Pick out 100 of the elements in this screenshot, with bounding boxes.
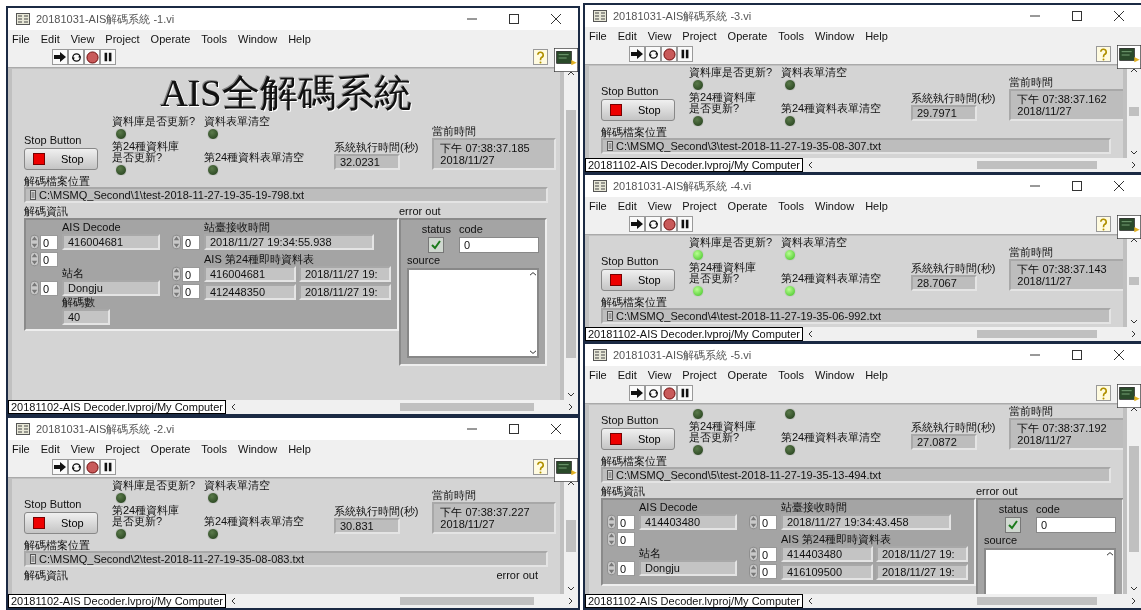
scroll-down-icon[interactable] bbox=[1130, 150, 1138, 156]
scrollbar-thumb[interactable] bbox=[976, 161, 1097, 169]
index-field[interactable]: 0 bbox=[617, 531, 635, 547]
scroll-left-icon[interactable] bbox=[229, 597, 236, 605]
index-field[interactable]: 0 bbox=[182, 234, 200, 250]
menu-item[interactable]: Project bbox=[105, 442, 140, 455]
scrollbar-thumb[interactable] bbox=[1129, 107, 1139, 116]
close-icon[interactable] bbox=[551, 14, 561, 24]
menu-item[interactable]: Window bbox=[815, 368, 855, 381]
scroll-left-icon[interactable] bbox=[806, 330, 813, 338]
abort-button[interactable] bbox=[661, 46, 677, 62]
abort-button[interactable] bbox=[661, 216, 677, 232]
scrollbar-thumb[interactable] bbox=[566, 110, 576, 358]
increment-arrows-icon[interactable] bbox=[749, 514, 758, 530]
menu-item[interactable]: Help bbox=[865, 368, 888, 381]
increment-arrows-icon[interactable] bbox=[607, 514, 616, 530]
run-continuously-button[interactable] bbox=[645, 216, 661, 232]
scroll-left-icon[interactable] bbox=[806, 597, 813, 605]
increment-arrows-icon[interactable] bbox=[607, 531, 616, 547]
close-icon[interactable] bbox=[551, 424, 561, 434]
menu-item[interactable]: Operate bbox=[727, 368, 768, 381]
menu-item[interactable]: Window bbox=[238, 32, 278, 45]
menu-item[interactable]: Project bbox=[682, 199, 717, 212]
menu-item[interactable]: Edit bbox=[617, 29, 637, 42]
scroll-up-icon[interactable] bbox=[1130, 406, 1138, 412]
scroll-down-icon[interactable] bbox=[567, 392, 575, 398]
abort-button[interactable] bbox=[84, 459, 100, 475]
menu-item[interactable]: Tools bbox=[201, 442, 228, 455]
help-button[interactable] bbox=[533, 459, 548, 475]
pause-button[interactable] bbox=[100, 49, 116, 65]
increment-arrows-icon[interactable] bbox=[172, 234, 181, 250]
index-field[interactable]: 0 bbox=[759, 514, 777, 530]
run-button[interactable] bbox=[629, 385, 645, 401]
maximize-icon[interactable] bbox=[1072, 350, 1082, 360]
run-button[interactable] bbox=[629, 46, 645, 62]
menu-item[interactable]: File bbox=[589, 368, 607, 381]
index-field[interactable]: 0 bbox=[182, 283, 200, 299]
menu-item[interactable]: Help bbox=[865, 29, 888, 42]
run-button[interactable] bbox=[629, 216, 645, 232]
maximize-icon[interactable] bbox=[509, 14, 519, 24]
increment-arrows-icon[interactable] bbox=[172, 266, 181, 282]
menu-item[interactable]: Edit bbox=[617, 368, 637, 381]
index-field[interactable]: 0 bbox=[759, 563, 777, 579]
maximize-icon[interactable] bbox=[1072, 181, 1082, 191]
help-button[interactable] bbox=[1096, 46, 1111, 62]
menu-item[interactable]: File bbox=[12, 32, 30, 45]
menu-item[interactable]: Project bbox=[682, 29, 717, 42]
scrollbar-thumb[interactable] bbox=[399, 403, 534, 411]
stop-button[interactable]: Stop bbox=[24, 512, 98, 534]
menu-item[interactable]: Window bbox=[815, 29, 855, 42]
menu-item[interactable]: Tools bbox=[201, 32, 228, 45]
help-button[interactable] bbox=[1096, 216, 1111, 232]
increment-arrows-icon[interactable] bbox=[749, 563, 758, 579]
abort-button[interactable] bbox=[661, 385, 677, 401]
stop-button[interactable]: Stop bbox=[601, 99, 675, 121]
stop-button[interactable]: Stop bbox=[601, 428, 675, 450]
help-button[interactable] bbox=[1096, 385, 1111, 401]
menu-item[interactable]: Tools bbox=[778, 368, 805, 381]
menu-item[interactable]: Operate bbox=[727, 29, 768, 42]
scrollbar-thumb[interactable] bbox=[399, 597, 534, 605]
menu-item[interactable]: View bbox=[70, 442, 95, 455]
index-field[interactable]: 0 bbox=[40, 280, 58, 296]
connector-pane-icon[interactable] bbox=[1117, 45, 1141, 69]
menu-item[interactable]: Help bbox=[288, 442, 311, 455]
scrollbar-thumb[interactable] bbox=[976, 597, 1097, 605]
menu-item[interactable]: View bbox=[647, 368, 672, 381]
run-button[interactable] bbox=[52, 49, 68, 65]
scroll-up-icon[interactable] bbox=[1130, 237, 1138, 243]
connector-pane-icon[interactable] bbox=[1117, 384, 1141, 408]
connector-pane-icon[interactable] bbox=[554, 48, 578, 72]
index-field[interactable]: 0 bbox=[759, 546, 777, 562]
scrollbar-thumb[interactable] bbox=[1129, 277, 1139, 285]
close-icon[interactable] bbox=[1114, 350, 1124, 360]
help-button[interactable] bbox=[533, 49, 548, 65]
menu-item[interactable]: File bbox=[589, 29, 607, 42]
scroll-up-icon[interactable] bbox=[567, 70, 575, 76]
menu-item[interactable]: Project bbox=[682, 368, 717, 381]
run-continuously-button[interactable] bbox=[645, 385, 661, 401]
pause-button[interactable] bbox=[677, 216, 693, 232]
increment-arrows-icon[interactable] bbox=[749, 546, 758, 562]
scroll-left-icon[interactable] bbox=[806, 161, 813, 169]
index-field[interactable]: 0 bbox=[182, 266, 200, 282]
menu-item[interactable]: File bbox=[589, 199, 607, 212]
scroll-arrows-icon[interactable] bbox=[529, 270, 537, 356]
menu-item[interactable]: Window bbox=[815, 199, 855, 212]
increment-arrows-icon[interactable] bbox=[607, 560, 616, 576]
menu-item[interactable]: Tools bbox=[778, 199, 805, 212]
index-field[interactable]: 0 bbox=[40, 234, 58, 250]
scroll-left-icon[interactable] bbox=[229, 403, 236, 411]
increment-arrows-icon[interactable] bbox=[172, 283, 181, 299]
close-icon[interactable] bbox=[1114, 11, 1124, 21]
stop-button[interactable]: Stop bbox=[24, 148, 98, 170]
menu-item[interactable]: File bbox=[12, 442, 30, 455]
scroll-right-icon[interactable] bbox=[568, 597, 574, 605]
menu-item[interactable]: Help bbox=[288, 32, 311, 45]
increment-arrows-icon[interactable] bbox=[30, 234, 39, 250]
pause-button[interactable] bbox=[677, 46, 693, 62]
menu-item[interactable]: Operate bbox=[150, 32, 191, 45]
maximize-icon[interactable] bbox=[509, 424, 519, 434]
abort-button[interactable] bbox=[84, 49, 100, 65]
